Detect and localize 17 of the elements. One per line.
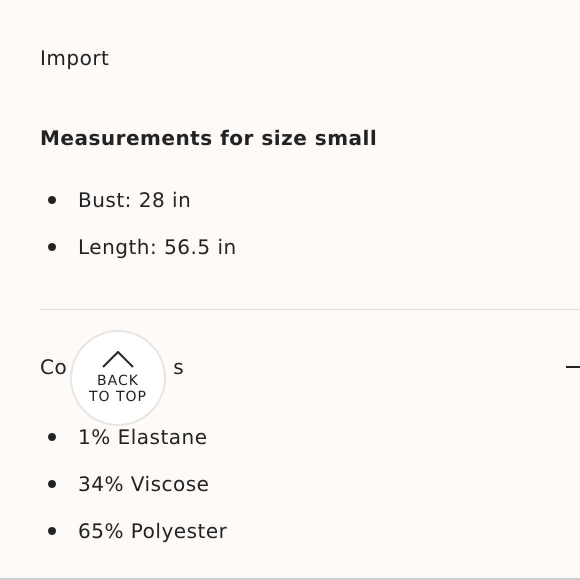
list-item-text: 34% Viscose [78,472,210,496]
minus-icon[interactable] [566,366,580,368]
section-title-fragment: Co [40,355,68,379]
bullet-icon [48,480,56,488]
bullet-icon [48,196,56,204]
list-item-text: Bust: 28 in [78,188,192,212]
list-item-text: 1% Elastane [78,425,208,449]
bullet-icon [48,527,56,535]
section-heading: Measurements for size small [40,126,378,150]
chevron-up-icon [102,351,134,368]
section-title-fragment: s [173,355,184,379]
back-to-top-button[interactable]: BACK TO TOP [70,330,166,426]
list-item-text: 65% Polyester [78,519,228,543]
care-text: Import [40,46,110,70]
bullet-icon [48,433,56,441]
list-item-text: Length: 56.5 in [78,235,237,259]
bullet-icon [48,243,56,251]
